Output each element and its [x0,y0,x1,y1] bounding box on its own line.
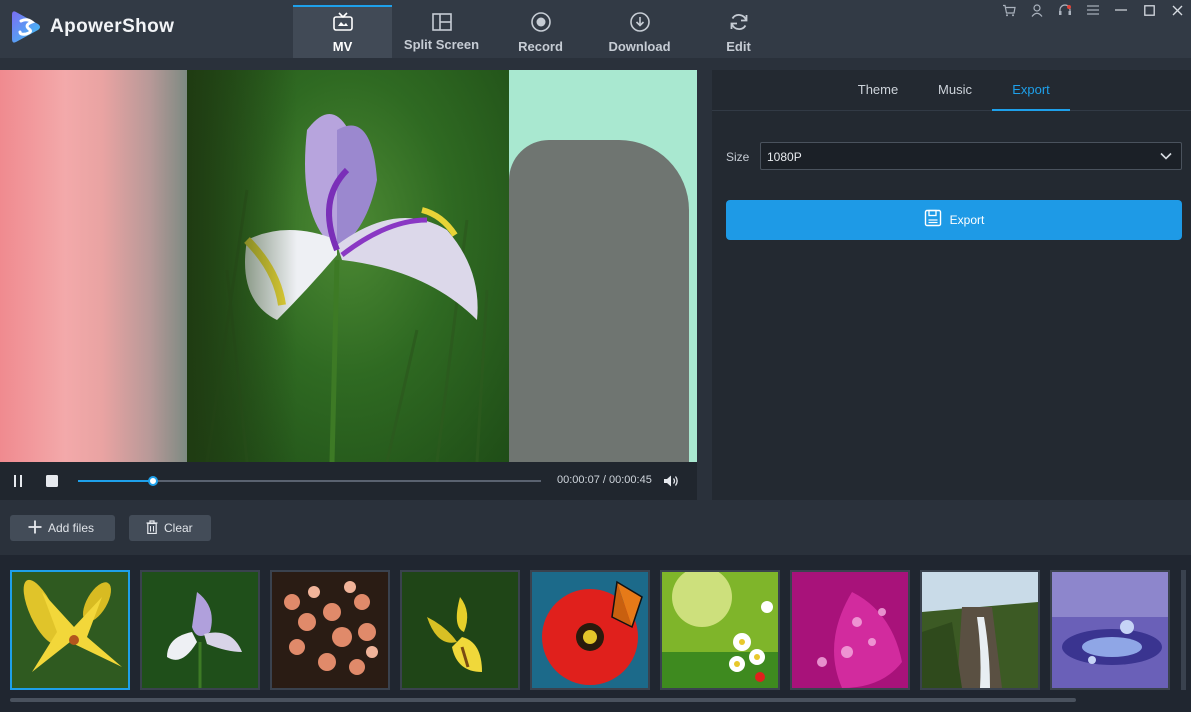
thumbnail-yellow-lily[interactable] [10,570,130,690]
pause-button[interactable] [8,471,28,491]
tab-split-screen-label: Split Screen [403,37,480,52]
cart-icon[interactable] [995,0,1023,20]
stop-icon [46,475,58,487]
add-files-label: Add files [48,521,95,535]
tv-icon [331,10,355,34]
tab-mv-label: MV [332,39,353,54]
time-separator: / [602,474,606,486]
media-filmstrip [0,555,1191,712]
filmstrip-edge [1181,570,1186,690]
save-icon [924,209,942,232]
main-nav: MV Split Screen Record Download Edit [293,5,788,58]
tab-record-label: Record [518,39,563,54]
app-name: ApowerShow [50,16,175,37]
export-button[interactable]: Export [726,200,1182,240]
progress-fill [78,480,154,482]
stop-button[interactable] [42,471,62,491]
title-bar: ApowerShow MV Split Screen Record Downlo… [0,0,1191,58]
progress-bar[interactable] [78,476,541,486]
close-icon[interactable] [1163,0,1191,20]
minimize-icon[interactable] [1107,0,1135,20]
tab-music[interactable]: Music [921,82,989,97]
export-button-label: Export [949,213,985,227]
filmstrip-scrollbar[interactable] [10,698,1076,702]
tab-theme[interactable]: Theme [844,82,912,97]
split-screen-icon [430,10,454,34]
size-dropdown[interactable]: 1080P [760,142,1182,170]
tab-download[interactable]: Download [590,5,689,58]
settings-panel: Theme Music Export Size 1080P Export [712,70,1191,500]
size-value: 1080P [767,150,802,164]
preview-iris-image [187,70,509,462]
thumbnail-red-gerbera-butterfly[interactable] [530,570,650,690]
thumbnail-pink-blossoms[interactable] [270,570,390,690]
thumbnail-purple-iris[interactable] [140,570,260,690]
preview-left-panel [0,70,187,462]
trash-icon [146,519,158,537]
tab-record[interactable]: Record [491,5,590,58]
tab-split-screen[interactable]: Split Screen [392,5,491,58]
thumbnail-water-droplets[interactable] [1050,570,1170,690]
thumbnail-waterfall-forest[interactable] [920,570,1040,690]
menu-icon[interactable] [1079,0,1107,20]
download-icon [628,10,652,34]
window-controls [995,0,1191,20]
add-files-button[interactable]: Add files [10,515,115,541]
tab-edit-label: Edit [726,39,751,54]
thumbnail-magenta-petals-drops[interactable] [790,570,910,690]
total-time: 00:00:45 [609,474,652,486]
player-controls: 00:00:07 / 00:00:45 [0,462,697,500]
pause-icon [14,475,22,487]
app-logo: ApowerShow [10,8,174,46]
clear-button[interactable]: Clear [129,515,211,541]
settings-tabs: Theme Music Export [712,70,1191,111]
support-icon[interactable] [1051,0,1079,20]
refresh-icon [727,10,751,34]
active-tab-indicator [992,109,1070,111]
preview-right-panel [509,70,697,462]
plus-icon [28,520,42,537]
tab-edit[interactable]: Edit [689,5,788,58]
tab-export[interactable]: Export [997,82,1065,97]
tab-download-label: Download [608,39,671,54]
record-icon [529,10,553,34]
volume-icon [664,475,678,487]
chevron-down-icon [1159,149,1173,168]
thumbnail-daisies-sunlight[interactable] [660,570,780,690]
size-label: Size [726,150,750,164]
thumbnail-yellow-iris[interactable] [400,570,520,690]
media-toolbar: Add files Clear [0,500,1191,555]
progress-handle[interactable] [148,476,159,486]
apowershow-logo-icon [10,8,44,46]
timecode: 00:00:07 / 00:00:45 [557,474,652,486]
video-preview[interactable] [0,70,697,462]
silhouette-shape [509,140,689,462]
tab-mv[interactable]: MV [293,5,392,58]
maximize-icon[interactable] [1135,0,1163,20]
volume-button[interactable] [661,471,681,491]
user-icon[interactable] [1023,0,1051,20]
clear-label: Clear [164,521,193,535]
current-time: 00:00:07 [557,474,600,486]
